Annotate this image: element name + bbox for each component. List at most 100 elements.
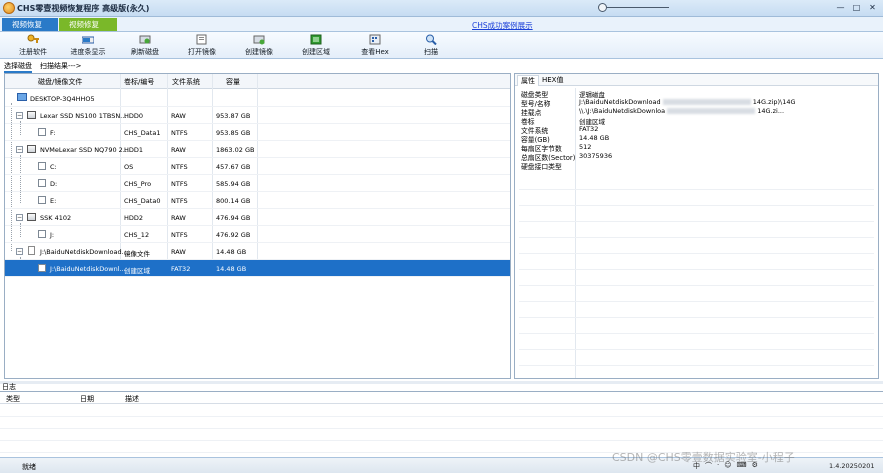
grid-line [0,428,883,429]
row-size: 953.87 GB [216,112,251,120]
volume-checkbox[interactable] [38,128,46,136]
grid-line [519,221,874,222]
row-label: HDD2 [124,214,144,222]
tab-properties[interactable]: 属性 [517,75,539,86]
property-row: 磁盘类型 逻辑磁盘 [519,89,874,99]
tree-row-volume[interactable]: E: CHS_Data0 NTFS 800.14 GB [5,192,510,209]
progress-bar-label: 进度条显示 [70,48,106,56]
view-hex-button[interactable]: 查看Hex [350,34,400,58]
property-row: 总扇区数(Sector) 30375936 [519,152,874,162]
property-value: 512 [579,143,592,151]
scan-button[interactable]: 扫描 [406,34,456,58]
register-button[interactable]: 注册软件 [8,34,58,58]
tree-row-volume[interactable]: C: OS NTFS 457.67 GB [5,158,510,175]
tree-row-disk[interactable]: − NVMeLexar SSD NQ790 2... HDD1 RAW 1863… [5,141,510,158]
scan-label: 扫描 [424,48,438,56]
version-text: 1.4.20250201 [829,462,875,470]
open-image-label: 打开镜像 [188,48,216,56]
refresh-disk-icon [139,34,151,45]
col-capacity[interactable]: 容量 [226,77,240,87]
tree-row-volume[interactable]: D: CHS_Pro NTFS 585.94 GB [5,175,510,192]
row-name: J:\BaiduNetdiskDownl... [50,265,126,273]
tree-row-volume[interactable]: F: CHS_Data1 NTFS 953.85 GB [5,124,510,141]
tree-row-disk[interactable]: − SSK 4102 HDD2 RAW 476.94 GB [5,209,510,226]
tree-row-volume-selected[interactable]: J:\BaiduNetdiskDownl... 创建区域 FAT32 14.48… [5,260,510,277]
property-value-tail: 14G.zip)\14G [752,98,796,106]
status-text: 就绪 [22,463,36,471]
volume-checkbox[interactable] [38,179,46,187]
minimize-button[interactable]: — [834,2,847,14]
row-name: J:\BaiduNetdiskDownload... [40,248,128,256]
grid-line [519,349,874,350]
property-value-head: J:\BaiduNetdiskDownload [579,98,661,106]
volume-checkbox[interactable] [38,162,46,170]
tab-video-repair[interactable]: 视频修复 [59,18,117,31]
create-image-button[interactable]: 创建镜像 [234,34,284,58]
col-filesystem[interactable]: 文件系统 [172,77,200,87]
tree-row-computer[interactable]: DESKTOP-3Q4HHO5 [5,90,510,107]
grid-line [519,317,874,318]
col-log-description[interactable]: 描述 [125,394,139,404]
row-fs: NTFS [171,129,188,137]
row-name: Lexar SSD NS100 1TBSN... [40,112,127,120]
volume-checkbox[interactable] [38,196,46,204]
open-image-button[interactable]: 打开镜像 [177,34,227,58]
row-fs: FAT32 [171,265,191,273]
grid-line [519,365,874,366]
hex-view-icon [369,34,381,45]
row-name: NVMeLexar SSD NQ790 2... [40,146,129,154]
collapse-toggle[interactable]: − [16,214,23,221]
tab-select-disk[interactable]: 选择磁盘 [4,61,32,73]
redacted-text [662,99,751,105]
create-region-label: 创建区域 [302,48,330,56]
col-log-type[interactable]: 类型 [6,394,20,404]
maximize-button[interactable]: □ [850,2,863,14]
slider-knob[interactable] [598,3,607,12]
grid-line [519,205,874,206]
log-header: 类型 日期 描述 [0,392,883,404]
window-title: CHS零壹视频恢复程序 高级版(永久) [17,4,150,13]
col-log-date[interactable]: 日期 [80,394,94,404]
row-size: 457.67 GB [216,163,251,171]
row-name: DESKTOP-3Q4HHO5 [30,95,95,103]
tab-scan-results[interactable]: 扫描结果---> [40,61,81,71]
tab-hex-value[interactable]: HEX值 [539,75,566,86]
volume-checkbox[interactable] [38,230,46,238]
app-logo-icon [3,2,15,14]
collapse-toggle[interactable]: − [16,248,23,255]
col-volume-label[interactable]: 卷标/编号 [124,77,154,87]
toolbar: 注册软件 进度条显示 刷新磁盘 打开镜像 创建镜像 创建区域 查看Hex 扫描 [0,32,883,59]
opacity-slider[interactable] [598,3,670,12]
close-button[interactable]: ✕ [866,2,879,14]
property-value: J:\BaiduNetdiskDownload 14G.zip)\14G [579,98,796,106]
row-fs: RAW [171,146,186,154]
property-value-head: \\.\J:\BaiduNetdiskDownloa [579,107,666,115]
property-row: 挂载点 \\.\J:\BaiduNetdiskDownloa 14G.zi... [519,107,874,117]
tree-row-image-file[interactable]: − J:\BaiduNetdiskDownload... 镜像文件 RAW 14… [5,243,510,260]
create-region-button[interactable]: 创建区域 [291,34,341,58]
row-label: 镜像文件 [124,250,150,258]
create-image-label: 创建镜像 [245,48,273,56]
property-row: 容量(GB) 14.48 GB [519,134,874,144]
refresh-disk-button[interactable]: 刷新磁盘 [120,34,170,58]
property-value-tail: 14G.zi... [757,107,785,115]
hard-disk-icon [27,111,36,119]
success-cases-link[interactable]: CHS成功案例展示 [472,20,533,31]
redacted-text [667,108,756,114]
tree-row-disk[interactable]: − Lexar SSD NS100 1TBSN... HDD0 RAW 953.… [5,107,510,124]
progress-icon [81,34,95,45]
row-label: 创建区域 [124,267,150,275]
create-region-icon [310,34,322,45]
row-name: D: [50,180,58,188]
collapse-toggle[interactable]: − [16,146,23,153]
col-disk-name[interactable]: 磁盘/镜像文件 [38,77,82,87]
tree-row-volume[interactable]: J: CHS_12 NTFS 476.92 GB [5,226,510,243]
collapse-toggle[interactable]: − [16,112,23,119]
volume-checkbox[interactable] [38,264,46,272]
tab-video-recovery[interactable]: 视频恢复 [2,18,58,31]
property-value: 30375936 [579,152,613,160]
view-hex-label: 查看Hex [361,48,389,56]
progress-bar-button[interactable]: 进度条显示 [63,34,113,58]
grid-line [519,237,874,238]
grid-line [519,253,874,254]
